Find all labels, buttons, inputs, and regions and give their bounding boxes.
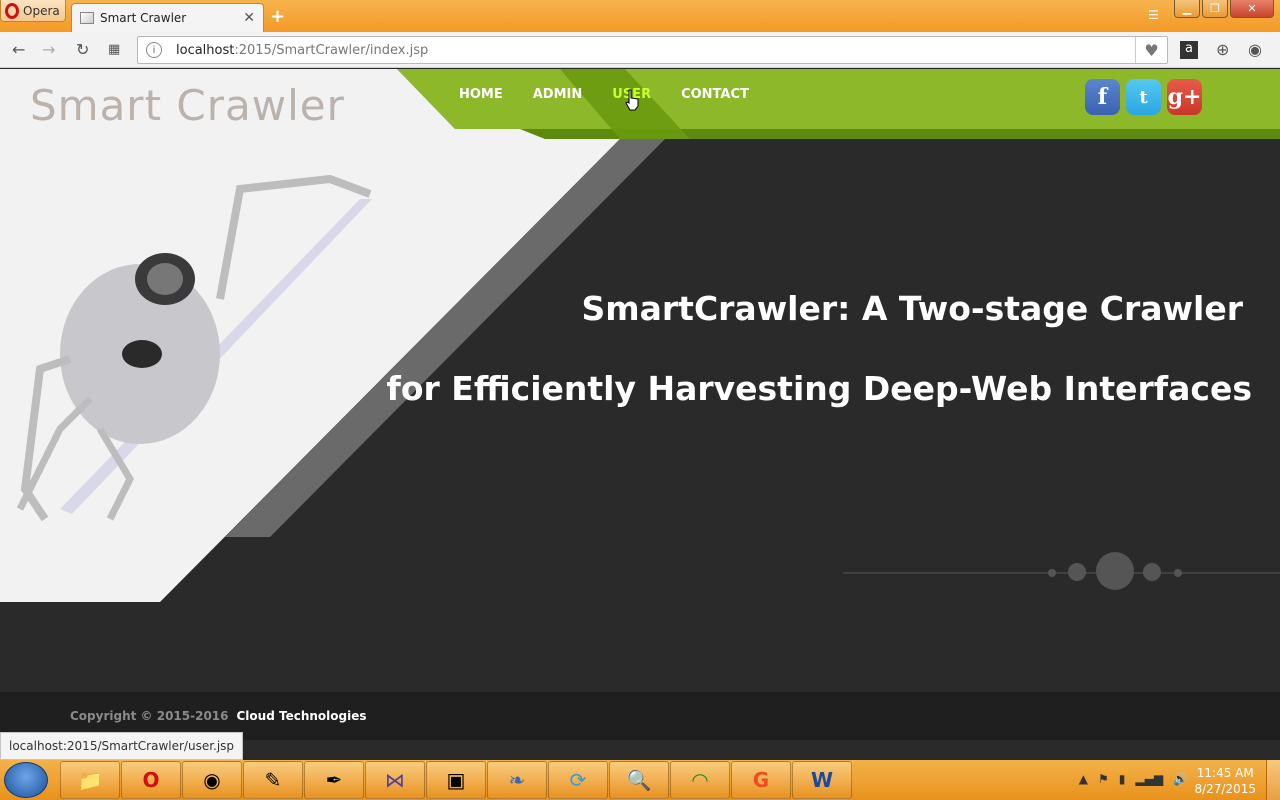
main-nav: HOME ADMIN USER CONTACT — [459, 87, 779, 102]
close-window-icon[interactable]: ✕ — [1230, 0, 1274, 18]
sync-app-icon[interactable]: ⟳ — [548, 761, 608, 799]
nav-admin[interactable]: ADMIN — [533, 87, 583, 102]
power-icon[interactable]: ▮ — [1119, 772, 1126, 786]
window-controls: ▁ ❐ ✕ — [1174, 0, 1274, 18]
opera-menu-label: Opera — [23, 3, 60, 18]
forward-icon[interactable]: → — [42, 40, 55, 59]
link-status-bar: localhost:2015/SmartCrawler/user.jsp — [0, 732, 244, 760]
tray-expand-icon[interactable]: ▲ — [1079, 772, 1088, 786]
volume-icon[interactable]: 🔊 — [1173, 772, 1188, 786]
new-tab-icon[interactable]: + — [270, 6, 285, 27]
copyright-text: Copyright © 2015-2016 — [70, 709, 229, 723]
favicon-icon — [80, 12, 94, 24]
site-info-icon[interactable]: i — [146, 42, 162, 58]
dolphin-app-icon[interactable]: ❧ — [487, 761, 547, 799]
word-icon[interactable]: W — [792, 761, 852, 799]
opera-menu-button[interactable]: Opera — [0, 0, 66, 22]
system-tray: ▲ ⚑ ▮ ▂▄▆ 🔊 — [1079, 772, 1188, 786]
url-host: localhost — [176, 42, 235, 58]
browser-tab[interactable]: Smart Crawler ✕ — [71, 3, 264, 32]
nav-home[interactable]: HOME — [459, 87, 503, 102]
editor-app-icon[interactable]: ✎ — [243, 761, 303, 799]
downloads-icon[interactable]: ⊕ — [1216, 40, 1229, 59]
action-center-icon[interactable]: ⚑ — [1098, 772, 1109, 786]
headline-line-2: for Efficiently Harvesting Deep-Web Inte… — [386, 369, 1252, 408]
chrome-icon[interactable]: ◉ — [182, 761, 242, 799]
twitter-icon[interactable]: t — [1126, 79, 1161, 115]
speed-dial-icon[interactable]: ▦ — [108, 42, 120, 57]
tab-close-icon[interactable]: ✕ — [243, 10, 255, 26]
pen-app-icon[interactable]: ✒ — [304, 761, 364, 799]
taskbar-clock[interactable]: 11:45 AM 8/27/2015 — [1194, 765, 1256, 797]
browser-tabbar: Opera Smart Crawler ✕ + ☰ ▁ ❐ ✕ — [0, 0, 1280, 32]
address-bar[interactable]: i localhost :2015/SmartCrawler/index.jsp… — [137, 36, 1168, 64]
amazon-extension-icon[interactable]: a — [1180, 41, 1198, 59]
reload-icon[interactable]: ↻ — [76, 40, 89, 59]
start-button[interactable] — [4, 762, 48, 798]
browser-toolbar: ← → ↻ ▦ i localhost :2015/SmartCrawler/i… — [0, 32, 1280, 68]
network-icon[interactable]: ▂▄▆ — [1135, 772, 1163, 786]
search-app-icon[interactable]: 🔍 — [609, 761, 669, 799]
social-links: f t g+ — [1085, 79, 1202, 115]
hand-cursor-icon — [625, 89, 639, 111]
explorer-icon[interactable]: 📁 — [60, 761, 120, 799]
back-icon[interactable]: ← — [12, 40, 25, 59]
tab-menu-icon[interactable]: ☰ — [1148, 8, 1162, 22]
camera-app-icon[interactable]: ▣ — [426, 761, 486, 799]
bookmark-heart-icon[interactable]: ♥ — [1135, 37, 1167, 63]
nav-contact[interactable]: CONTACT — [681, 87, 749, 102]
windows-taskbar: 📁 O ◉ ✎ ✒ ⋈ ▣ ❧ ⟳ 🔍 ◠ G W ▲ ⚑ ▮ ▂▄▆ 🔊 11… — [0, 760, 1280, 800]
maximize-icon[interactable]: ❐ — [1202, 0, 1228, 18]
facebook-icon[interactable]: f — [1085, 79, 1120, 115]
footer-org-link[interactable]: Cloud Technologies — [237, 709, 367, 723]
clock-time: 11:45 AM — [1196, 766, 1254, 780]
show-desktop-button[interactable] — [1266, 760, 1280, 800]
opera-logo-icon — [5, 2, 19, 19]
web-page: Smart Crawler HOME ADMIN USER CONTACT f … — [0, 69, 1280, 692]
tab-title: Smart Crawler — [100, 11, 187, 25]
minimize-icon[interactable]: ▁ — [1174, 0, 1200, 18]
headline-line-1: SmartCrawler: A Two-stage Crawler — [581, 289, 1243, 328]
wifi-app-icon[interactable]: ◠ — [670, 761, 730, 799]
visual-studio-icon[interactable]: ⋈ — [365, 761, 425, 799]
clock-date: 8/27/2015 — [1194, 782, 1256, 796]
account-icon[interactable]: ◉ — [1248, 40, 1262, 59]
url-path: :2015/SmartCrawler/index.jsp — [234, 42, 429, 58]
site-logo[interactable]: Smart Crawler — [30, 81, 345, 130]
footer-copyright: Copyright © 2015-2016 Cloud Technologies — [70, 709, 367, 723]
pdf-app-icon[interactable]: G — [731, 761, 791, 799]
taskbar-apps: 📁 O ◉ ✎ ✒ ⋈ ▣ ❧ ⟳ 🔍 ◠ G W — [60, 761, 852, 799]
opera-icon[interactable]: O — [121, 761, 181, 799]
google-plus-icon[interactable]: g+ — [1167, 79, 1202, 115]
